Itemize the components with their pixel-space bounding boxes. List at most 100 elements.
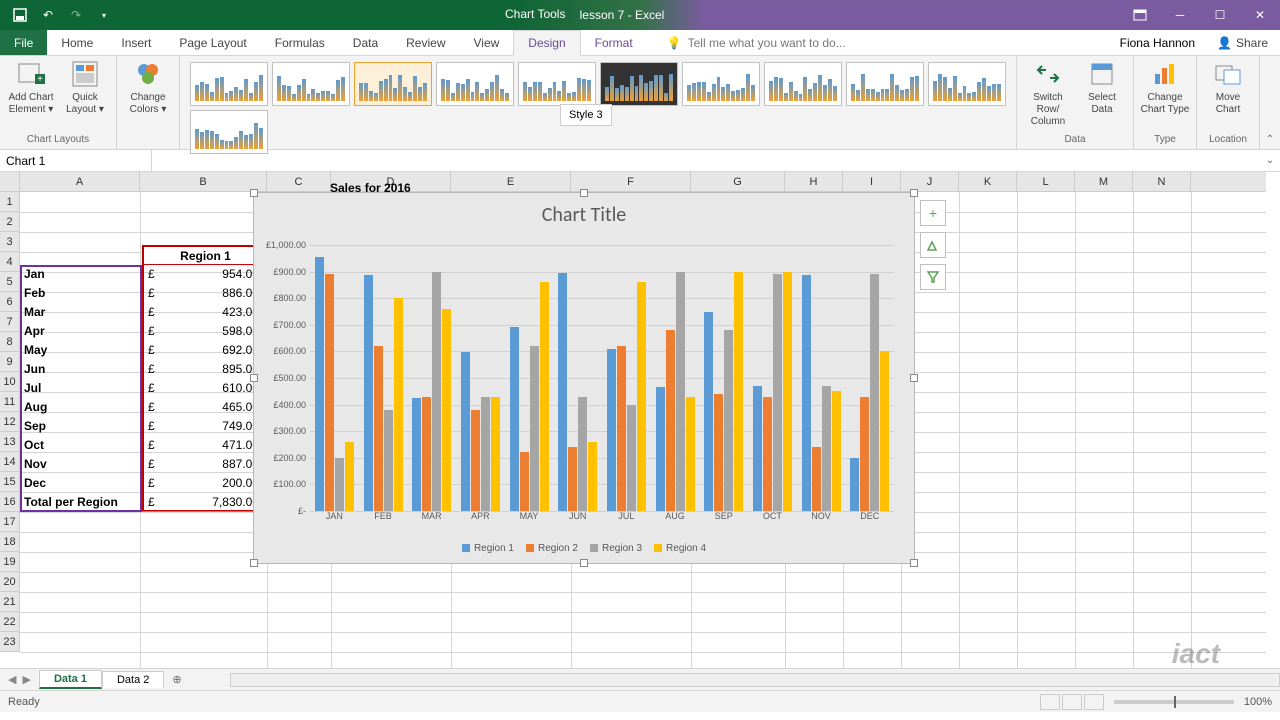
sheet-nav[interactable]: ◀▶ — [0, 673, 39, 686]
chart-style-option[interactable] — [354, 62, 432, 106]
tab-insert[interactable]: Insert — [107, 30, 165, 55]
chart-bar[interactable] — [686, 397, 695, 511]
chart-bar[interactable] — [510, 327, 519, 511]
tab-review[interactable]: Review — [392, 30, 459, 55]
normal-view-button[interactable] — [1040, 694, 1060, 710]
chart-bar[interactable] — [822, 386, 831, 511]
resize-handle[interactable] — [910, 374, 918, 382]
add-sheet-button[interactable]: ⊕ — [164, 673, 189, 686]
resize-handle[interactable] — [250, 559, 258, 567]
tab-home[interactable]: Home — [47, 30, 107, 55]
row-header[interactable]: 14 — [0, 452, 20, 472]
chart-bar[interactable] — [578, 397, 587, 511]
chart-bar[interactable] — [850, 458, 859, 511]
chart-style-option[interactable] — [846, 62, 924, 106]
sheet-tab-data2[interactable]: Data 2 — [102, 671, 164, 688]
row-header[interactable]: 13 — [0, 432, 20, 452]
select-data-button[interactable]: Select Data — [1077, 58, 1127, 116]
column-header[interactable]: B — [140, 172, 267, 191]
chart-bar[interactable] — [558, 273, 567, 511]
column-header[interactable]: H — [785, 172, 843, 191]
chart-bar[interactable] — [588, 442, 597, 511]
tab-format[interactable]: Format — [581, 30, 647, 55]
chart-bar[interactable] — [753, 386, 762, 511]
column-header[interactable]: N — [1133, 172, 1191, 191]
chart-bar[interactable] — [676, 272, 685, 511]
row-header[interactable]: 19 — [0, 552, 20, 572]
chart-style-option[interactable] — [436, 62, 514, 106]
minimize-icon[interactable]: ─ — [1160, 0, 1200, 30]
tab-page-layout[interactable]: Page Layout — [165, 30, 260, 55]
column-header[interactable]: I — [843, 172, 901, 191]
chart-bar[interactable] — [394, 298, 403, 511]
chart-bar[interactable] — [860, 397, 869, 511]
zoom-slider[interactable] — [1114, 700, 1234, 704]
resize-handle[interactable] — [910, 559, 918, 567]
resize-handle[interactable] — [580, 559, 588, 567]
chart-bar[interactable] — [471, 410, 480, 511]
legend-item[interactable]: Region 2 — [526, 543, 578, 554]
chart-filters-button[interactable] — [920, 264, 946, 290]
chart-bar[interactable] — [783, 272, 792, 511]
page-break-view-button[interactable] — [1084, 694, 1104, 710]
chart-bar[interactable] — [432, 272, 441, 511]
redo-icon[interactable]: ↷ — [64, 3, 88, 27]
chart-bar[interactable] — [734, 272, 743, 511]
chart-bar[interactable] — [364, 275, 373, 511]
chart-elements-button[interactable]: + — [920, 200, 946, 226]
column-header[interactable]: G — [691, 172, 785, 191]
worksheet-grid[interactable]: ABCDEFGHIJKLMN 1234567891011121314151617… — [0, 172, 1280, 668]
chart-bar[interactable] — [315, 257, 324, 511]
chart-bar[interactable] — [637, 282, 646, 511]
column-header[interactable]: F — [571, 172, 691, 191]
chart-styles-button[interactable] — [920, 232, 946, 258]
chart-bar[interactable] — [335, 458, 344, 511]
chart-bar[interactable] — [666, 330, 675, 511]
chart-style-option[interactable] — [272, 62, 350, 106]
chart-bar[interactable] — [704, 312, 713, 511]
row-header[interactable]: 16 — [0, 492, 20, 512]
row-header[interactable]: 3 — [0, 232, 20, 252]
chart-object[interactable]: Chart Title £1,000.00£900.00£800.00£700.… — [253, 192, 915, 564]
chart-bar[interactable] — [714, 394, 723, 511]
row-header[interactable]: 5 — [0, 272, 20, 292]
switch-row-column-button[interactable]: Switch Row/ Column — [1023, 58, 1073, 128]
chart-bar[interactable] — [481, 397, 490, 511]
column-header[interactable]: A — [20, 172, 140, 191]
chart-bar[interactable] — [812, 447, 821, 511]
row-header[interactable]: 10 — [0, 372, 20, 392]
chart-bar[interactable] — [520, 452, 529, 511]
column-header[interactable]: E — [451, 172, 571, 191]
row-header[interactable]: 22 — [0, 612, 20, 632]
chart-style-option[interactable] — [682, 62, 760, 106]
select-all-triangle[interactable] — [0, 172, 20, 191]
page-layout-view-button[interactable] — [1062, 694, 1082, 710]
chart-style-option[interactable] — [518, 62, 596, 106]
row-header[interactable]: 21 — [0, 592, 20, 612]
move-chart-button[interactable]: Move Chart — [1203, 58, 1253, 116]
row-header[interactable]: 12 — [0, 412, 20, 432]
chart-bar[interactable] — [568, 447, 577, 511]
resize-handle[interactable] — [910, 189, 918, 197]
horizontal-scrollbar[interactable] — [230, 673, 1280, 687]
chart-style-option[interactable] — [190, 110, 268, 154]
expand-formula-bar-icon[interactable]: ⌄ — [1260, 155, 1280, 166]
row-header[interactable]: 15 — [0, 472, 20, 492]
undo-icon[interactable]: ↶ — [36, 3, 60, 27]
share-button[interactable]: 👤Share — [1205, 30, 1280, 55]
chart-bar[interactable] — [832, 391, 841, 511]
chart-bar[interactable] — [724, 330, 733, 511]
chart-bar[interactable] — [880, 351, 889, 511]
row-header[interactable]: 11 — [0, 392, 20, 412]
row-header[interactable]: 8 — [0, 332, 20, 352]
legend-item[interactable]: Region 1 — [462, 543, 514, 554]
chart-style-option[interactable] — [600, 62, 678, 106]
chart-bar[interactable] — [345, 442, 354, 511]
row-header[interactable]: 9 — [0, 352, 20, 372]
save-icon[interactable] — [8, 3, 32, 27]
chart-bar[interactable] — [491, 397, 500, 511]
column-header[interactable]: L — [1017, 172, 1075, 191]
ribbon-display-icon[interactable] — [1120, 0, 1160, 30]
tab-view[interactable]: View — [460, 30, 514, 55]
chart-bar[interactable] — [607, 349, 616, 511]
